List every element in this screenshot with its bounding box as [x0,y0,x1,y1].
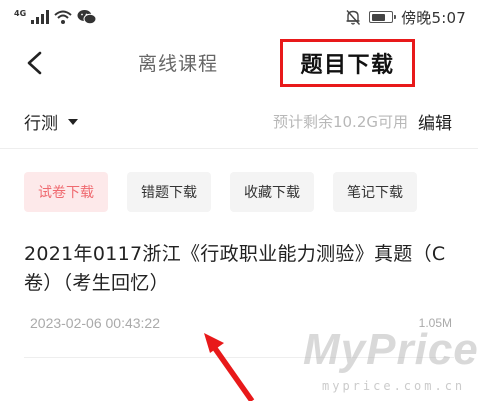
tab-question-download-label: 题目下载 [300,53,395,78]
subject-label: 行测 [24,114,58,134]
status-bar: 4G 傍晚5:07 [0,0,478,34]
tab-offline-courses[interactable]: 离线课程 [138,49,218,76]
bell-off-icon [346,9,361,25]
battery-icon [369,11,397,23]
divider [0,148,478,149]
chevron-left-icon[interactable] [22,50,48,76]
filter-notes-download[interactable]: 笔记下载 [333,172,417,212]
status-time: 傍晚5:07 [401,8,466,27]
annotation-arrow-icon [204,333,255,401]
signal-bars-icon [31,10,50,24]
filter-wrong-question-download[interactable]: 错题下载 [127,172,211,212]
list-item[interactable]: 2021年0117浙江《行政职业能力测验》真题（C卷）（考生回忆） 2023-0… [24,240,454,331]
filter-paper-download[interactable]: 试卷下载 [24,172,108,212]
watermark: MyPrice myprice.com.cn [300,325,478,401]
caret-down-icon [68,118,78,125]
subject-selector[interactable]: 行测 [24,109,78,134]
top-nav: 离线课程 题目下载 [0,34,478,94]
edit-button[interactable]: 编辑 [418,109,452,134]
item-title: 2021年0117浙江《行政职业能力测验》真题（C卷）（考生回忆） [24,243,446,294]
status-left: 4G [14,7,97,27]
battery-level [371,13,385,21]
status-right: 傍晚5:07 [345,6,466,28]
wifi-icon [54,10,72,24]
watermark-brand: MyPrice [303,325,478,374]
filter-favorites-download[interactable]: 收藏下载 [230,172,314,212]
watermark-domain: myprice.com.cn [322,379,466,393]
network-type: 4G [14,8,27,18]
storage-remaining: 预计剩余10.2G可用 [272,113,408,131]
wechat-icon [77,10,97,25]
download-type-filters: 试卷下载 错题下载 收藏下载 笔记下载 [24,172,417,212]
tab-question-download[interactable]: 题目下载 [280,39,415,87]
item-date: 2023-02-06 00:43:22 [30,315,160,331]
subject-bar: 行测 预计剩余10.2G可用 编辑 [0,100,478,144]
